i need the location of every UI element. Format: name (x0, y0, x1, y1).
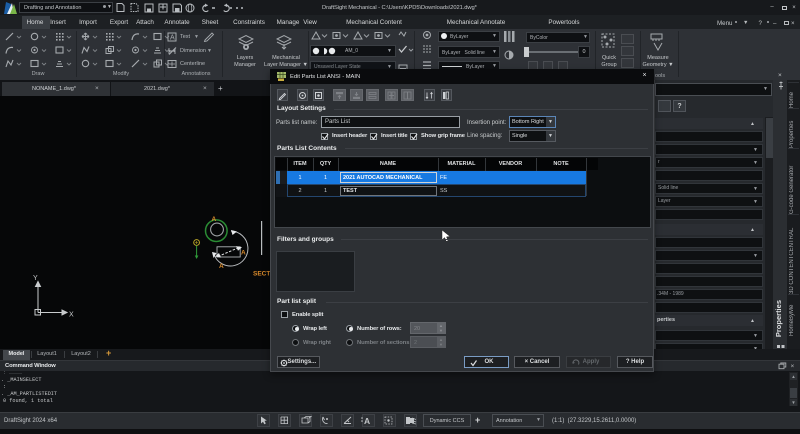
svg-text:A: A (364, 416, 370, 426)
svg-text:A: A (219, 263, 224, 270)
svg-text:X: X (69, 312, 74, 319)
svg-text:A: A (241, 250, 246, 257)
svg-text:Y: Y (33, 275, 38, 282)
svg-text:A: A (212, 216, 217, 223)
svg-text:A: A (170, 35, 175, 42)
